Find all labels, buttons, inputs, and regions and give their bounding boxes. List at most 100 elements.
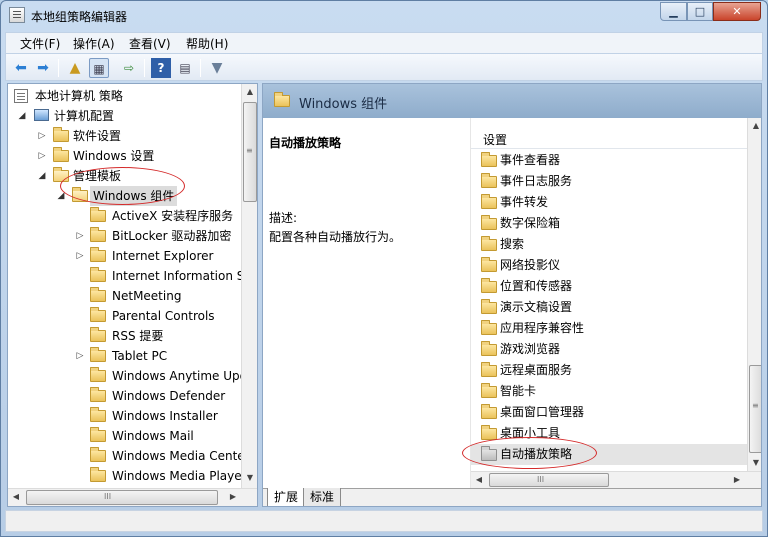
list-item[interactable]: 事件查看器 [471,150,747,171]
scroll-thumb[interactable] [489,473,609,487]
tree-item-component[interactable]: Windows Anytime Upg [8,366,247,386]
tree-item-label: Windows 设置 [73,149,155,163]
tree-item-component[interactable]: Internet Information S [8,266,244,286]
tree-item-component[interactable]: Windows Media Cente [8,446,245,466]
folder-icon [90,267,106,282]
tab-extended[interactable]: 扩展 [267,488,306,506]
list-horizontal-scrollbar[interactable]: ◀ III ▶ [471,471,761,488]
folder-icon [90,227,106,242]
scroll-left-arrow-icon[interactable]: ◀ [8,489,24,506]
menu-view[interactable]: 查看(V) [129,35,171,52]
tree-item-component[interactable]: Windows Mail [8,426,241,446]
scroll-grip-icon: ≡ [752,401,759,410]
folder-icon [481,257,497,272]
scroll-left-arrow-icon[interactable]: ◀ [471,472,487,488]
list-item[interactable]: 网络投影仪 [471,255,747,276]
toolbar-separator [200,59,201,77]
close-button[interactable]: ✕ [713,2,761,21]
tree-item-admin-templates[interactable]: ◢ 管理模板 [8,166,241,186]
status-bar [5,510,763,532]
list-item[interactable]: 数字保险箱 [471,213,747,234]
tab-standard[interactable]: 标准 [303,488,342,506]
settings-column-header[interactable]: 设置 [471,127,747,149]
list-item-label: 应用程序兼容性 [500,321,585,335]
up-folder-icon[interactable]: ▲ [65,58,85,78]
expander-closed-icon[interactable]: ▷ [37,146,47,166]
tree-item-component[interactable]: Parental Controls [8,306,241,326]
scroll-right-arrow-icon[interactable]: ▶ [729,472,745,488]
scroll-down-arrow-icon[interactable]: ▼ [242,470,257,486]
list-item[interactable]: 远程桌面服务 [471,360,747,381]
tree-item-component[interactable]: ActiveX 安装程序服务 [8,206,241,226]
tree-item-root[interactable]: 本地计算机 策略 [8,86,241,106]
list-item[interactable]: 桌面窗口管理器 [471,402,747,423]
policy-editor-app-icon[interactable] [9,7,25,23]
filter-icon[interactable]: ▼ [207,58,227,78]
expander-closed-icon[interactable]: ▷ [75,226,85,246]
scroll-down-arrow-icon[interactable]: ▼ [748,455,761,471]
export-list-icon[interactable]: ⇨ [119,58,139,78]
close-icon: ✕ [732,5,742,18]
list-item-label: 远程桌面服务 [500,363,573,377]
list-vertical-scrollbar[interactable]: ▲ ≡ ▼ [747,118,761,471]
folder-icon [481,278,497,293]
expander-closed-icon[interactable]: ▷ [37,126,47,146]
list-item[interactable]: 自动播放策略 [471,444,747,465]
folder-icon [481,299,497,314]
list-item[interactable]: 智能卡 [471,381,747,402]
tree-item-component[interactable]: NetMeeting [8,286,241,306]
menu-file[interactable]: 文件(F) [20,35,60,52]
tree-item-component[interactable]: ▷ Internet Explorer [8,246,241,266]
app-window: 本地组策略编辑器 ▁ □ ✕ 文件(F) 操作(A) 查看(V) 帮助(H) ⬅… [0,0,768,537]
tree-item-label: Windows Media Cente [112,449,245,463]
tree-item-component[interactable]: Windows Installer [8,406,241,426]
folder-icon [481,320,497,335]
tree-item-windows-settings[interactable]: ▷ Windows 设置 [8,146,241,166]
console-tree[interactable]: 本地计算机 策略 ◢ 计算机配置 ▷ 软件设置 ▷ Windows 设置 ◢ 管… [7,83,258,507]
tree-vertical-scrollbar[interactable]: ▲ ≡ ▼ [241,84,257,488]
scroll-up-arrow-icon[interactable]: ▲ [242,84,257,100]
menu-help[interactable]: 帮助(H) [186,35,228,52]
folder-icon [53,127,69,142]
expander-open-icon[interactable]: ◢ [37,166,47,186]
folder-icon [481,341,497,356]
list-item[interactable]: 应用程序兼容性 [471,318,747,339]
tree-item-label: Windows Defender [112,389,226,403]
expander-open-icon[interactable]: ◢ [56,186,66,206]
list-item[interactable]: 位置和传感器 [471,276,747,297]
help-icon[interactable]: ? [151,58,171,78]
maximize-button[interactable]: □ [687,2,713,21]
folder-icon [481,152,497,167]
expander-closed-icon[interactable]: ▷ [75,246,85,266]
scroll-thumb[interactable] [26,490,218,505]
tree-item-component[interactable]: Windows Media Playe [8,466,242,486]
list-item[interactable]: 桌面小工具 [471,423,747,444]
scroll-right-arrow-icon[interactable]: ▶ [225,489,241,506]
minimize-button[interactable]: ▁ [660,2,687,21]
menu-action[interactable]: 操作(A) [73,35,115,52]
settings-list[interactable]: 设置 事件查看器 事件日志服务 事件转发 数字保险箱 搜索 网络投影仪 位置和传感器 演示文稿… [470,118,761,488]
tree-horizontal-scrollbar[interactable]: ◀ III ▶ [8,488,257,506]
list-item[interactable]: 搜索 [471,234,747,255]
tree-item-component[interactable]: Windows Defender [8,386,241,406]
title-bar[interactable]: 本地组策略编辑器 ▁ □ ✕ [1,1,767,31]
back-arrow-icon[interactable]: ⬅ [11,58,31,78]
scroll-up-arrow-icon[interactable]: ▲ [748,118,761,134]
forward-arrow-icon[interactable]: ➡ [33,58,53,78]
properties-icon[interactable]: ▤ [175,58,195,78]
list-item[interactable]: 事件日志服务 [471,171,747,192]
tree-item-windows-components[interactable]: ◢ Windows 组件 [8,186,241,206]
tree-item-component[interactable]: ▷ Tablet PC [8,346,241,366]
tree-item-component[interactable]: ▷ BitLocker 驱动器加密 [8,226,241,246]
tree-item-computer-config[interactable]: ◢ 计算机配置 [8,106,241,126]
tree-item-software-settings[interactable]: ▷ 软件设置 [8,126,241,146]
tree-item-label: 管理模板 [73,169,122,183]
list-item[interactable]: 演示文稿设置 [471,297,747,318]
expander-closed-icon[interactable]: ▷ [75,346,85,366]
folder-icon [90,247,106,262]
expander-open-icon[interactable]: ◢ [17,106,27,126]
show-hide-tree-icon[interactable]: ▦ [89,58,109,78]
list-item[interactable]: 游戏浏览器 [471,339,747,360]
list-item[interactable]: 事件转发 [471,192,747,213]
tree-item-component[interactable]: RSS 提要 [8,326,241,346]
